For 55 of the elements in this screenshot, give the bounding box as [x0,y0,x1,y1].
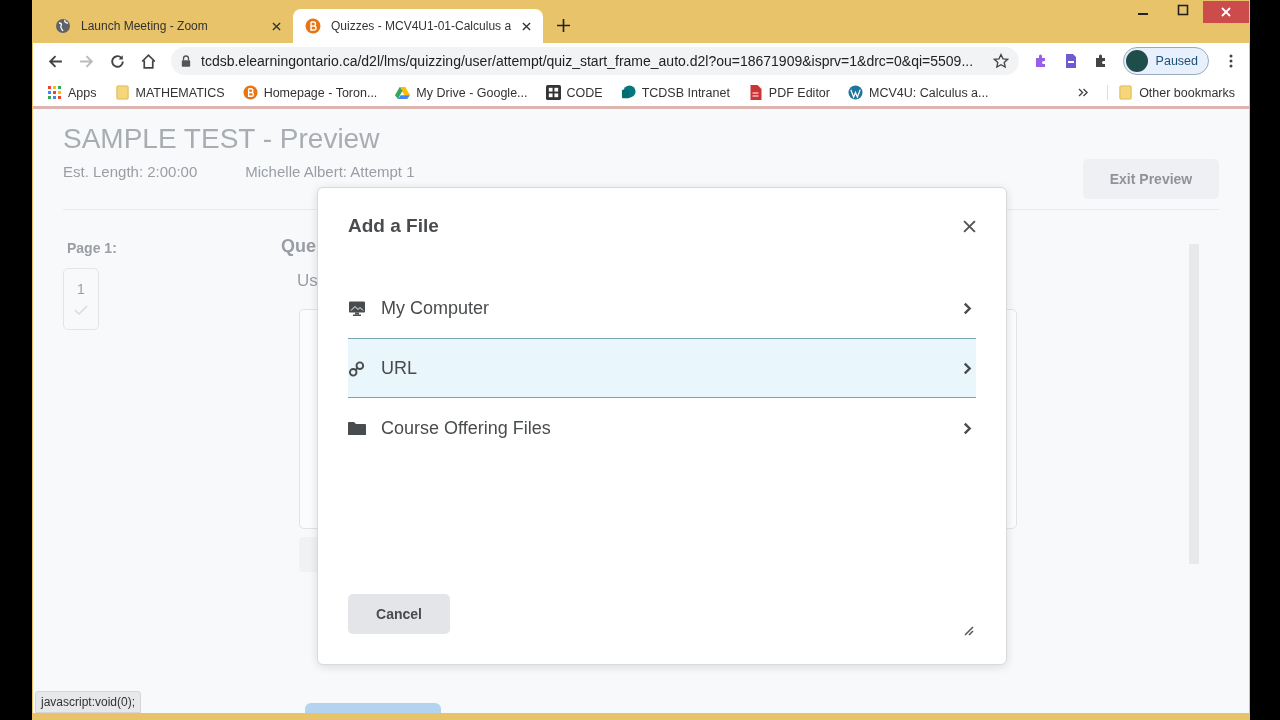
globe-icon [55,18,71,34]
bookmark-link[interactable]: MCV4U: Calculus a... [848,85,989,100]
wordpress-logo-icon [848,85,863,100]
attempt-text: Michelle Albert: Attempt 1 [245,163,415,180]
question-text: Us [297,271,319,291]
folder-icon [114,85,130,100]
page-label: Page 1: [67,240,118,256]
close-icon[interactable] [963,219,976,233]
est-length-text: Est. Length: 2:00:00 [63,163,198,180]
bookmark-link[interactable]: TCDSB Intranet [620,85,730,100]
resize-grip-icon[interactable] [962,624,974,636]
apps-grid-icon [47,85,62,100]
quiz-title: SAMPLE TEST - Preview [63,123,381,155]
bookmark-link[interactable]: CODE [545,85,603,100]
close-tab-icon[interactable] [522,21,531,31]
chevron-right-icon [963,421,972,435]
bookmark-link[interactable]: MATHEMATICS [114,85,225,100]
home-icon[interactable] [140,52,157,70]
brightspace-logo-icon [305,18,321,34]
close-window-button[interactable] [1203,1,1249,23]
folder-icon [348,419,366,437]
file-source-option[interactable]: URL [348,338,976,398]
star-icon[interactable] [992,53,1009,69]
bookmark-link[interactable]: My Drive - Google... [395,85,528,100]
bookmark-link[interactable]: Homepage - Toron... [242,85,378,100]
bookmark-link[interactable]: Other bookmarks [1107,85,1235,100]
bookmark-link[interactable]: PDF Editor [747,85,830,100]
code-grid-icon [545,85,561,100]
profile-button[interactable]: Paused [1122,47,1209,75]
drive-triangle-icon [395,85,411,100]
chevron-right-icon [963,361,972,375]
brightspace-logo-icon [242,85,258,100]
close-tab-icon[interactable] [272,21,281,31]
new-tab-icon[interactable] [557,19,570,32]
close-icon [1220,6,1232,18]
file-source-option[interactable]: Course Offering Files [348,398,976,458]
folder-icon [1118,85,1134,100]
maximize-icon[interactable] [1177,4,1189,16]
monitor-icon [348,299,366,317]
more-bookmarks-icon[interactable] [1078,88,1090,97]
avatar-icon [1125,50,1148,72]
browser-tab[interactable]: Quizzes - MCV4U1-01-Calculus a [293,9,543,43]
status-url-text: javascript:void(0); [35,691,142,713]
browser-tab[interactable]: Launch Meeting - Zoom [43,9,293,43]
lock-icon [181,55,191,67]
file-source-option[interactable]: My Computer [348,278,976,338]
cancel-button[interactable]: Cancel [348,594,450,634]
dialog-title: Add a File [348,215,439,237]
bookmark-link[interactable]: Apps [47,85,97,100]
link-icon [348,359,366,377]
reload-icon[interactable] [109,52,126,70]
chevron-right-icon [963,301,972,315]
address-bar[interactable]: tcdsb.elearningontario.ca/d2l/lms/quizzing/user/attempt/quiz_start_frame_auto.d2l?ou=18671909&isprv=1&drc=0&qi=5509... [171,47,1019,75]
question-heading: Que [281,236,317,257]
sharepoint-logo-icon [620,85,636,100]
